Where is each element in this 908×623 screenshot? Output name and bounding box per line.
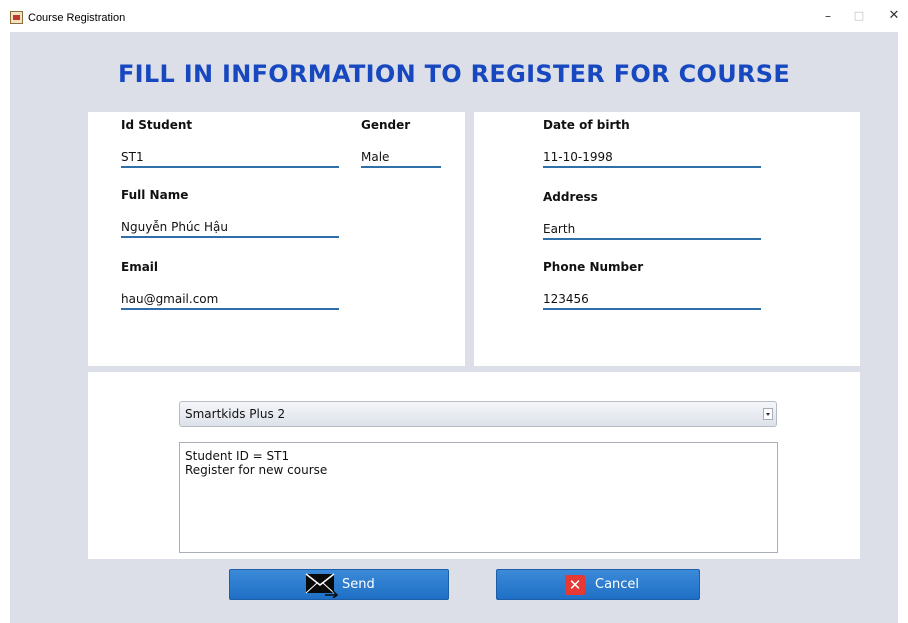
java-app-icon (10, 11, 23, 24)
envelope-icon (305, 573, 339, 598)
date-of-birth-field[interactable]: 11-10-1998 (543, 148, 761, 168)
address-label: Address (543, 190, 598, 204)
message-line: Register for new course (185, 463, 328, 477)
gender-field[interactable]: Male (361, 148, 441, 168)
message-textarea[interactable]: Student ID = ST1 Register for new course (179, 442, 778, 553)
chevron-down-icon[interactable] (763, 408, 773, 420)
close-window-button[interactable]: ✕ (880, 6, 908, 26)
phone-number-field[interactable]: 123456 (543, 290, 761, 310)
title-bar: Course Registration – □ ✕ (0, 0, 908, 32)
gender-label: Gender (361, 118, 411, 132)
full-name-field[interactable]: Nguyễn Phúc Hậu (121, 218, 339, 238)
course-select[interactable]: Smartkids Plus 2 (179, 401, 777, 427)
phone-number-label: Phone Number (543, 260, 644, 274)
id-student-field[interactable]: ST1 (121, 148, 339, 168)
contact-info-panel: Date of birth 11-10-1998 Address Earth P… (474, 112, 860, 366)
student-info-panel: Id Student ST1 Gender Male Full Name Ngu… (88, 112, 465, 366)
email-field[interactable]: hau@gmail.com (121, 290, 339, 310)
maximize-button[interactable]: □ (845, 6, 873, 26)
minimize-button[interactable]: – (814, 6, 842, 26)
address-field[interactable]: Earth (543, 220, 761, 240)
message-line: Student ID = ST1 (185, 449, 290, 463)
email-label: Email (121, 260, 159, 274)
x-icon: ✕ (565, 575, 585, 595)
id-student-label: Id Student (121, 118, 193, 132)
cancel-button-label: Cancel (595, 577, 640, 592)
date-of-birth-label: Date of birth (543, 118, 630, 132)
window-content: FILL IN INFORMATION TO REGISTER FOR COUR… (10, 32, 898, 623)
window-title: Course Registration (28, 12, 126, 24)
course-panel: Smartkids Plus 2 Student ID = ST1 Regist… (88, 372, 860, 559)
send-button-label: Send (342, 577, 375, 592)
full-name-label: Full Name (121, 188, 189, 202)
send-button[interactable]: Send (229, 569, 449, 600)
course-select-value: Smartkids Plus 2 (185, 407, 286, 421)
cancel-button[interactable]: ✕ Cancel (496, 569, 700, 600)
page-title: FILL IN INFORMATION TO REGISTER FOR COUR… (117, 60, 791, 88)
